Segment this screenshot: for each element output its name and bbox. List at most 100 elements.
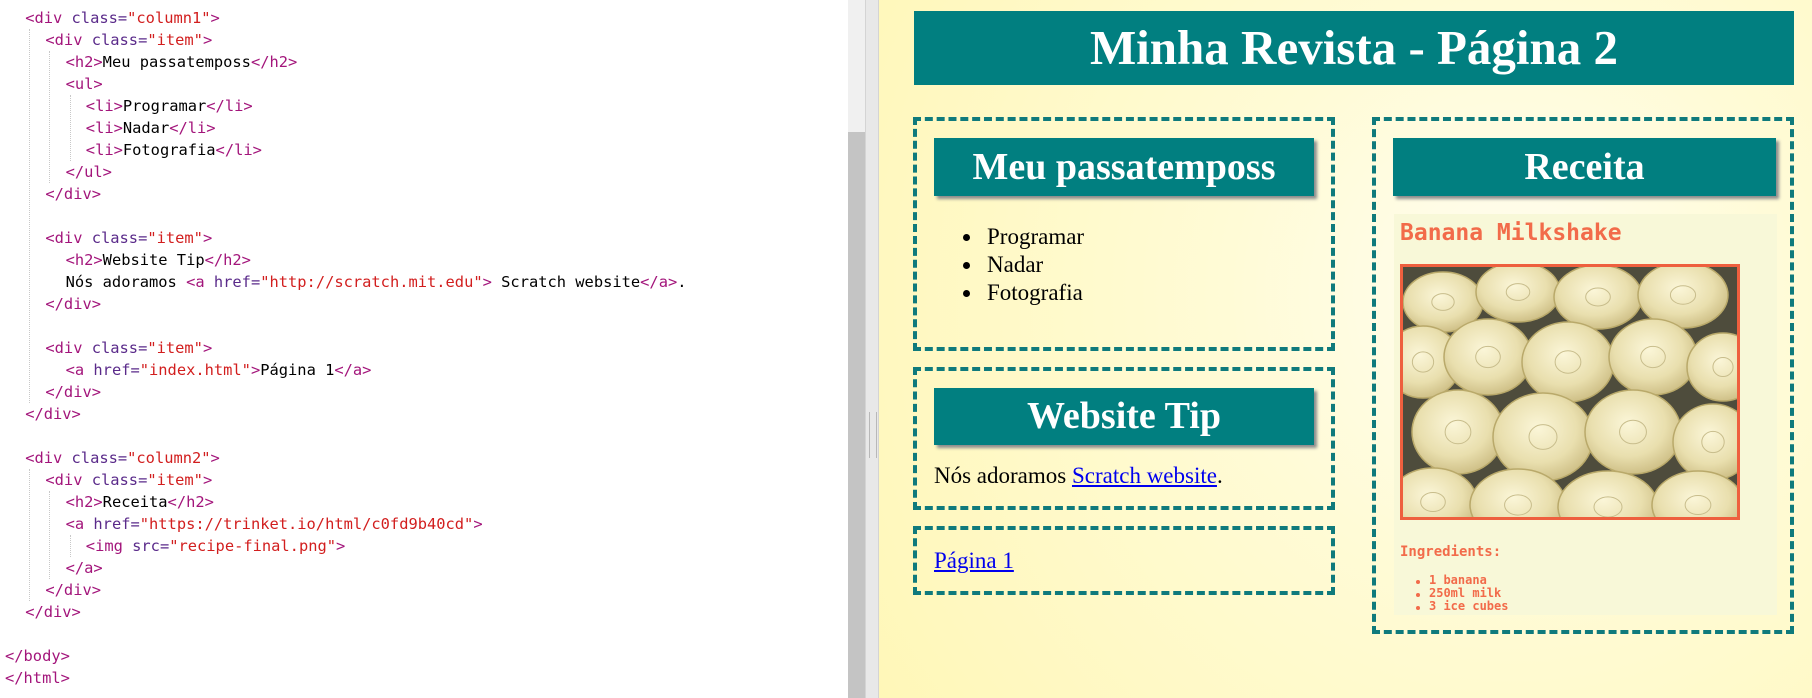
code-token: > bbox=[473, 515, 483, 533]
code-token: <a bbox=[186, 273, 214, 291]
code-line[interactable]: <div class="column2"> bbox=[25, 447, 220, 469]
code-line[interactable]: </div> bbox=[25, 601, 81, 623]
preview-pane: Minha Revista - Página 2 Meu passatempos… bbox=[879, 0, 1812, 698]
code-token: "https://trinket.io/html/c0fd9b40cd" bbox=[139, 515, 474, 533]
code-token: > bbox=[336, 537, 346, 555]
splitter-grip-icon[interactable] bbox=[869, 412, 877, 458]
code-token: </h2> bbox=[250, 53, 298, 71]
code-token: "item" bbox=[147, 471, 203, 489]
code-line[interactable]: <li>Programar</li> bbox=[86, 95, 253, 117]
code-line[interactable]: <div class="column1"> bbox=[25, 7, 220, 29]
code-token: > bbox=[210, 449, 220, 467]
code-token: <div bbox=[45, 339, 92, 357]
code-token: <a bbox=[65, 515, 94, 533]
code-token: <div bbox=[25, 449, 72, 467]
code-line[interactable]: <div class="item"> bbox=[45, 29, 212, 51]
recipe-card: Receita Banana Milkshake Ingredients: 1 … bbox=[1372, 117, 1794, 634]
editor-scrollbar-thumb[interactable] bbox=[848, 132, 865, 698]
code-line[interactable]: <h2>Website Tip</h2> bbox=[66, 249, 251, 271]
code-token: > bbox=[202, 471, 213, 489]
code-line[interactable]: </div> bbox=[25, 403, 81, 425]
scratch-website-link[interactable]: Scratch website bbox=[1072, 463, 1217, 488]
indent-guide bbox=[49, 51, 51, 183]
code-token: </a> bbox=[65, 559, 103, 577]
code-line[interactable]: </a> bbox=[66, 557, 103, 579]
code-line[interactable]: <div class="item"> bbox=[45, 337, 212, 359]
code-line[interactable]: <div class="item"> bbox=[45, 227, 212, 249]
hobby-list-item: Fotografia bbox=[963, 279, 1083, 307]
code-token: <div bbox=[45, 471, 92, 489]
code-line[interactable]: <ul> bbox=[66, 73, 103, 95]
code-token: "column2" bbox=[127, 449, 211, 467]
code-token: class= bbox=[91, 31, 148, 49]
code-token: <li> bbox=[85, 141, 123, 159]
banana-slices-image bbox=[1400, 264, 1740, 520]
code-token: > bbox=[202, 229, 213, 247]
code-line[interactable]: </div> bbox=[45, 293, 101, 315]
code-line[interactable]: Nós adoramos <a href="http://scratch.mit… bbox=[66, 271, 687, 293]
code-line[interactable]: </html> bbox=[5, 667, 70, 689]
banana-slice bbox=[1475, 267, 1561, 323]
code-token: <a bbox=[65, 361, 94, 379]
recipe-title: Banana Milkshake bbox=[1400, 220, 1622, 246]
recipe-image-link[interactable]: Banana Milkshake Ingredients: 1 banana 2… bbox=[1394, 214, 1777, 615]
pane-splitter[interactable] bbox=[865, 0, 879, 698]
code-line[interactable]: <a href="index.html">Página 1</a> bbox=[66, 359, 372, 381]
website-tip-card: Website Tip Nós adoramos Scratch website… bbox=[913, 367, 1335, 510]
code-token: Meu passatemposs bbox=[102, 53, 251, 71]
pagina-1-link[interactable]: Página 1 bbox=[934, 547, 1014, 575]
code-line[interactable]: <div class="item"> bbox=[45, 469, 212, 491]
code-token: class= bbox=[91, 229, 148, 247]
code-token: </div> bbox=[45, 383, 101, 401]
code-token: <h2> bbox=[65, 493, 103, 511]
code-line[interactable]: <li>Nadar</li> bbox=[86, 117, 216, 139]
code-token: <img bbox=[85, 537, 133, 555]
code-line[interactable]: </ul> bbox=[66, 161, 112, 183]
code-token: Nadar bbox=[122, 119, 170, 137]
code-token: Receita bbox=[102, 493, 168, 511]
code-line[interactable]: <h2>Receita</h2> bbox=[66, 491, 214, 513]
editor-scrollbar[interactable] bbox=[848, 0, 865, 698]
code-token: </a> bbox=[334, 361, 372, 379]
code-line[interactable]: </div> bbox=[45, 579, 101, 601]
code-line[interactable]: <li>Fotografia</li> bbox=[86, 139, 262, 161]
code-line[interactable]: </div> bbox=[45, 381, 101, 403]
code-line[interactable]: <a href="https://trinket.io/html/c0fd9b4… bbox=[66, 513, 483, 535]
code-token: "http://scratch.mit.edu" bbox=[260, 273, 483, 291]
code-line[interactable]: <h2>Meu passatemposs</h2> bbox=[66, 51, 298, 73]
code-token: Página 1 bbox=[260, 361, 335, 379]
code-token: <li> bbox=[85, 119, 123, 137]
code-token: Fotografia bbox=[122, 141, 216, 159]
code-token: <div bbox=[45, 229, 92, 247]
recipe-heading: Receita bbox=[1393, 138, 1776, 196]
ingredients-label: Ingredients: bbox=[1400, 544, 1502, 560]
banana-slice bbox=[1492, 392, 1594, 482]
indent-guide bbox=[69, 95, 71, 161]
page-link-card: Página 1 bbox=[913, 526, 1335, 595]
code-token: "index.html" bbox=[139, 361, 251, 379]
code-line[interactable]: </body> bbox=[5, 645, 70, 667]
code-token: > bbox=[202, 31, 213, 49]
banana-slice bbox=[1411, 389, 1505, 475]
code-line[interactable]: <img src="recipe-final.png"> bbox=[86, 535, 346, 557]
code-token: </html> bbox=[5, 669, 70, 687]
banana-slice bbox=[1584, 389, 1682, 475]
banana-slice bbox=[1553, 267, 1643, 330]
code-editor[interactable]: <div class="column1"> <div class="item"> <… bbox=[0, 0, 848, 698]
code-token: </div> bbox=[45, 185, 101, 203]
code-token: "item" bbox=[147, 339, 203, 357]
code-token: Nós adoramos bbox=[65, 273, 187, 291]
code-line[interactable]: </div> bbox=[45, 183, 101, 205]
code-token: <ul> bbox=[65, 75, 103, 93]
indent-guide bbox=[69, 535, 71, 557]
code-token: <h2> bbox=[65, 251, 103, 269]
code-token: </li> bbox=[169, 119, 216, 137]
hobby-list-item: Nadar bbox=[963, 251, 1043, 279]
banana-slice bbox=[1521, 321, 1615, 403]
code-token: </div> bbox=[25, 603, 81, 621]
code-token: > bbox=[250, 361, 261, 379]
code-token: </div> bbox=[45, 581, 101, 599]
code-token: </div> bbox=[25, 405, 81, 423]
code-token: href= bbox=[93, 515, 140, 533]
code-token: </body> bbox=[5, 647, 70, 665]
